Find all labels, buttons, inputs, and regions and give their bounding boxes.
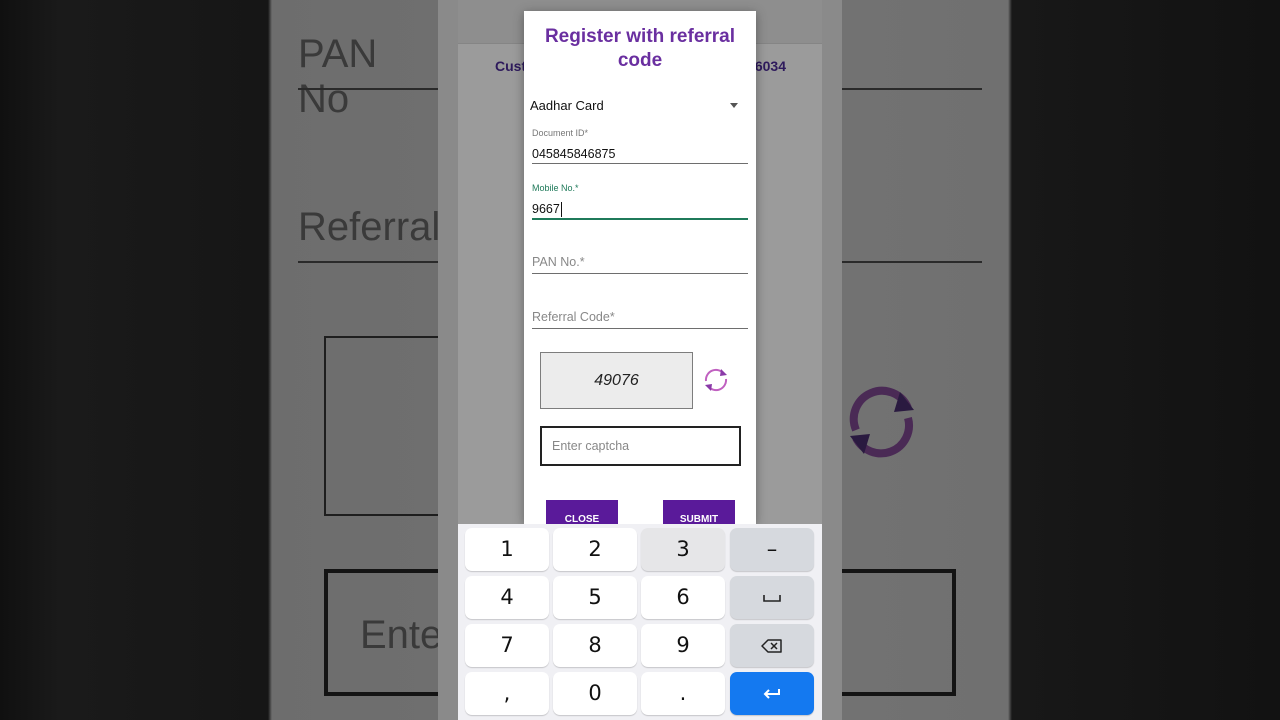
key-comma[interactable]: , (465, 672, 549, 715)
left-dim-strip (438, 0, 458, 720)
bg-divider (298, 88, 438, 90)
bg-refresh-icon (849, 386, 914, 458)
space-icon (763, 595, 781, 602)
bg-divider (298, 261, 438, 263)
text-cursor (560, 202, 562, 218)
bg-pan-label: PAN No (298, 32, 378, 121)
field-underline (532, 273, 748, 274)
key-0[interactable]: 0 (553, 672, 637, 715)
background-right (842, 0, 1280, 720)
pan-field[interactable]: PAN No.* (532, 253, 748, 274)
background-left: PAN No Referral Ente (0, 0, 438, 720)
referral-code-placeholder: Referral Code* (532, 310, 615, 324)
bg-captcha-box (324, 336, 438, 516)
key-backspace[interactable] (730, 624, 814, 667)
bg-captcha-input (842, 569, 956, 696)
dropdown-arrow-icon (730, 103, 738, 108)
referral-code-field[interactable]: Referral Code* (532, 308, 748, 329)
captcha-image: 49076 (540, 352, 693, 409)
bg-referral-label: Referral (298, 205, 438, 249)
key-2[interactable]: 2 (553, 528, 637, 571)
document-type-select[interactable]: Aadhar Card (530, 97, 750, 119)
mobile-field[interactable]: Mobile No.* 9667 (532, 183, 748, 220)
backspace-icon (761, 639, 782, 653)
key-enter[interactable] (730, 672, 814, 715)
key-9[interactable]: 9 (641, 624, 725, 667)
refresh-captcha-icon[interactable] (702, 366, 730, 394)
customer-number: 6034 (754, 58, 786, 74)
referral-dialog: Register with referral code Aadhar Card … (524, 11, 756, 528)
document-id-field[interactable]: Document ID* 045845846875 (532, 128, 748, 164)
bg-divider (842, 88, 982, 90)
key-1[interactable]: 1 (465, 528, 549, 571)
key-period[interactable]: . (641, 672, 725, 715)
pan-placeholder: PAN No.* (532, 255, 585, 269)
right-dim-strip (822, 0, 842, 720)
field-underline-focused (532, 218, 748, 220)
bg-divider (842, 261, 982, 263)
enter-icon (763, 689, 780, 699)
key-5[interactable]: 5 (553, 576, 637, 619)
key-6[interactable]: 6 (641, 576, 725, 619)
mobile-value-wrap: 9667 (532, 200, 748, 218)
key-space[interactable] (730, 576, 814, 619)
mobile-value: 9667 (532, 202, 560, 216)
key-3[interactable]: 3 (641, 528, 725, 571)
key-minus[interactable]: – (730, 528, 814, 571)
numeric-keyboard: 1 2 3 – 4 5 6 7 8 9 , 0 . (458, 524, 822, 720)
field-underline (532, 163, 748, 164)
document-type-value: Aadhar Card (530, 98, 604, 113)
key-4[interactable]: 4 (465, 576, 549, 619)
mobile-label: Mobile No.* (532, 183, 579, 193)
field-underline (532, 328, 748, 329)
customer-label: Cust (495, 58, 527, 74)
document-id-label: Document ID* (532, 128, 589, 138)
key-7[interactable]: 7 (465, 624, 549, 667)
phone-screen: Cust 6034 Register with referral code Aa… (438, 0, 842, 720)
dialog-title: Register with referral code (544, 26, 736, 71)
document-id-value: 045845846875 (532, 147, 616, 161)
captcha-input[interactable]: Enter captcha (540, 426, 741, 466)
bg-enter-label: Ente (360, 613, 438, 657)
key-8[interactable]: 8 (553, 624, 637, 667)
